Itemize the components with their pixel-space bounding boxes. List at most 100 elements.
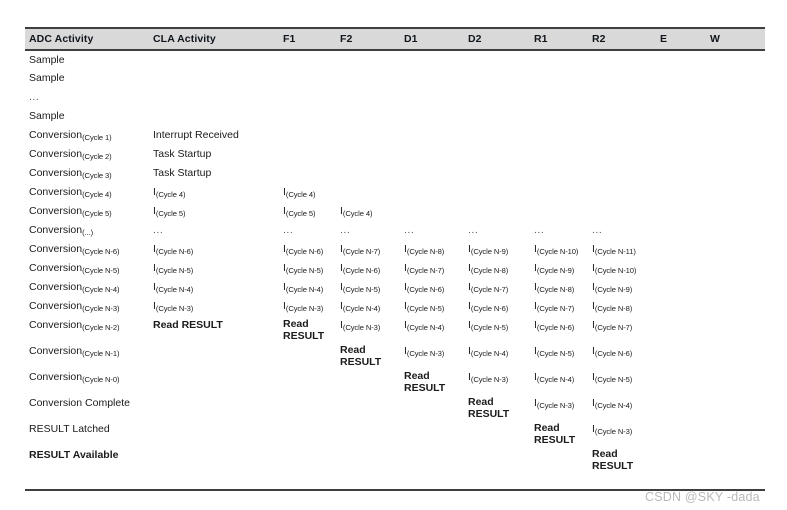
cell-subscript-text: (Cycle N-9) [470, 247, 509, 256]
table-row: Conversion(Cycle N-1) Read RESULT I(Cycle N… [25, 342, 765, 368]
cell-subscript-text: (Cycle N-5) [536, 349, 575, 358]
table-row: Conversion(Cycle 2) Task Startup [25, 145, 765, 164]
cell-subscripted-value: I(Cycle 4) [153, 183, 283, 202]
cell-empty [534, 69, 592, 88]
cell-subscript-text: (Cycle N-6) [406, 285, 445, 294]
cell-ellipsis: ... [25, 88, 153, 107]
cell-subscripted-value: I(Cycle N-3) [340, 316, 404, 342]
cell-subscripted-value: I(Cycle N-8) [534, 278, 592, 297]
cell-subscript-text: (Cycle N-8) [536, 285, 575, 294]
cell-subscripted-value: I(Cycle N-6) [592, 342, 660, 368]
cell-subscript-text: (Cycle N-4) [155, 285, 194, 294]
cell-subscript-text: (Cycle N-3) [285, 304, 324, 313]
cell-empty [710, 69, 765, 88]
table-row: Sample [25, 50, 765, 69]
cell-subscripted-value: Conversion(Cycle N-1) [25, 342, 153, 368]
cell-read-result-line2: RESULT [592, 459, 634, 472]
cell-ellipsis: ... [153, 221, 283, 240]
cell-ellipsis-value: ... [592, 224, 603, 236]
table-body: Sample Sample... Sample Conversion(Cycle 1)… [25, 50, 765, 472]
column-header-cla: CLA Activity [153, 27, 283, 51]
cell-subscript-text: (Cycle N-4) [342, 304, 381, 313]
cell-empty [468, 88, 534, 107]
cell-empty [468, 50, 534, 69]
cell-subscript-text: (Cycle N-7) [594, 323, 633, 332]
cell-empty [534, 183, 592, 202]
table-row: Conversion(Cycle 1) Interrupt Received [25, 126, 765, 145]
cell-subscripted-value: I(Cycle N-9) [468, 240, 534, 259]
cell-ellipsis: ... [592, 221, 660, 240]
cell-empty [592, 164, 660, 183]
cell-read-result-value: RESULT Available [29, 449, 119, 461]
cell-subscript-text: (Cycle N-3) [155, 304, 194, 313]
cell-ellipsis: ... [534, 221, 592, 240]
cell-subscript-text: (Cycle N-10) [594, 266, 637, 275]
cell-subscripted-value: I(Cycle N-4) [340, 297, 404, 316]
cell-text: Sample [25, 69, 153, 88]
cell-empty [153, 420, 283, 446]
cell-subscripted-value: I(Cycle 5) [153, 202, 283, 221]
cell-subscript-text: (Cycle N-11) [594, 247, 636, 256]
cell-subscripted-value: Conversion(Cycle 4) [25, 183, 153, 202]
cell-empty [710, 297, 765, 316]
cell-subscript-text: (Cycle N-5) [470, 323, 509, 332]
cell-subscript-text: (Cycle 4) [82, 190, 112, 199]
cell-empty [710, 50, 765, 69]
cell-subscripted-value: I(Cycle N-7) [534, 297, 592, 316]
cell-empty [283, 126, 340, 145]
cell-empty [468, 145, 534, 164]
cell-empty [660, 446, 710, 472]
cell-read-result-line1: Read [283, 318, 309, 330]
cell-empty [340, 50, 404, 69]
cell-empty [592, 88, 660, 107]
cell-text-value: Sample [29, 72, 65, 84]
cell-subscript-text: (Cycle N-9) [594, 285, 633, 294]
cell-subscripted-value: I(Cycle N-8) [468, 259, 534, 278]
cell-read-result-line1: Read [404, 370, 430, 382]
cell-empty [340, 183, 404, 202]
cell-subscripted-value: Conversion(Cycle N-2) [25, 316, 153, 342]
cell-base-text: Conversion [29, 167, 83, 179]
cell-empty [468, 446, 534, 472]
table-row: Conversion(Cycle N-2) Read RESULT Read RESU… [25, 316, 765, 342]
cell-empty [660, 420, 710, 446]
cell-subscripted-value: I(Cycle N-6) [283, 240, 340, 259]
cell-read-result: Read RESULT [468, 394, 534, 420]
cell-subscript-text: (Cycle 1) [82, 133, 112, 142]
cell-empty [660, 221, 710, 240]
cell-subscripted-value: I(Cycle N-3) [283, 297, 340, 316]
cell-subscript-text: (Cycle N-4) [536, 375, 575, 384]
cell-subscripted-value: I(Cycle N-4) [534, 368, 592, 394]
cell-subscripted-value: I(Cycle N-5) [534, 342, 592, 368]
column-header-r2: R2 [592, 27, 660, 51]
cell-read-result-line1: Read [340, 344, 366, 356]
cell-text-value: Sample [29, 54, 65, 66]
cell-empty [660, 126, 710, 145]
column-header-d1: D1 [404, 27, 468, 51]
cell-subscript-text: (Cycle N-3) [536, 401, 575, 410]
cell-subscripted-value: I(Cycle N-10) [592, 259, 660, 278]
cell-subscripted-value: Conversion(Cycle N-0) [25, 368, 153, 394]
cell-subscript-text: (Cycle N-3) [82, 304, 120, 313]
cell-subscripted-value: I(Cycle N-7) [468, 278, 534, 297]
cell-subscript-text: (Cycle N-6) [594, 349, 633, 358]
cell-empty [468, 107, 534, 126]
cell-subscript-text: (Cycle N-3) [342, 323, 381, 332]
cell-read-result: Read RESULT [283, 316, 340, 342]
cell-ellipsis: ... [468, 221, 534, 240]
cell-subscripted-value: I(Cycle N-3) [534, 394, 592, 420]
table-row: RESULT Latched Read RESULT I(Cycle N-3) [25, 420, 765, 446]
cell-empty [283, 342, 340, 368]
cell-read-result: Read RESULT [534, 420, 592, 446]
cell-empty [468, 183, 534, 202]
cell-subscripted-value: I(Cycle N-3) [153, 297, 283, 316]
cell-subscript-text: (Cycle N-5) [82, 266, 120, 275]
cell-ellipsis: ... [340, 221, 404, 240]
cell-empty [592, 202, 660, 221]
cell-empty [404, 394, 468, 420]
cell-read-result-value: Read RESULT [153, 319, 223, 331]
cell-subscript-text: (Cycle N-6) [285, 247, 324, 256]
cell-empty [283, 164, 340, 183]
cell-base-text: Conversion [29, 319, 83, 331]
cell-subscripted-value: Conversion(Cycle 5) [25, 202, 153, 221]
